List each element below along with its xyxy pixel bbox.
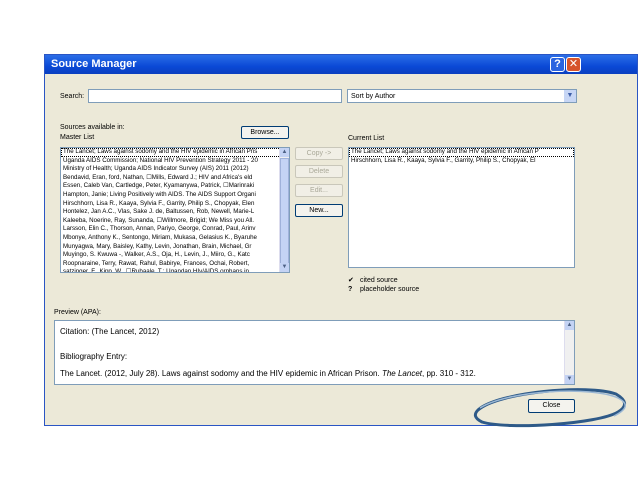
legend-placeholder-label: placeholder source: [359, 286, 420, 293]
master-list-box[interactable]: The Lancet; Laws against sodomy and the …: [60, 147, 290, 273]
chevron-down-icon[interactable]: ▼: [564, 90, 576, 102]
search-input[interactable]: [88, 89, 342, 103]
scroll-up-icon[interactable]: ▲: [565, 321, 574, 330]
current-list-rows: The Lancet; Laws against sodomy and the …: [349, 148, 574, 165]
legend-placeholder: ? placeholder source: [348, 286, 419, 293]
sources-available-label: Sources available in:: [60, 124, 125, 131]
bibliography-text: The Lancet. (2012, July 28). Laws agains…: [60, 369, 380, 378]
browse-button-label: Browse...: [250, 129, 280, 136]
new-button-label: New...: [309, 207, 329, 214]
master-item[interactable]: The Lancet; Laws against sodomy and the …: [61, 148, 289, 157]
legend-cited: ✔ cited source: [348, 276, 398, 284]
sort-select[interactable]: Sort by Author ▼: [347, 89, 577, 103]
master-item[interactable]: Larsson, Elin C., Thorson, Annan, Pariyo…: [61, 225, 289, 234]
current-list-label: Current List: [348, 135, 385, 142]
master-item[interactable]: Ministry of Health; Uganda AIDS Indicato…: [61, 165, 289, 174]
citation-text: Citation: (The Lancet, 2012): [60, 327, 160, 336]
master-list-scrollbar[interactable]: ▲ ▼: [279, 148, 289, 272]
sort-selected-value: Sort by Author: [351, 93, 396, 100]
close-icon[interactable]: ✕: [566, 57, 581, 72]
master-item[interactable]: Mbonye, Anthony K., Sentongo, Miriam, Mu…: [61, 234, 289, 243]
master-item[interactable]: Kaleeba, Noerine, Ray, Sunanda, ☐Willmor…: [61, 217, 289, 226]
scroll-up-icon[interactable]: ▲: [280, 148, 289, 157]
master-list-rows: The Lancet; Laws against sodomy and the …: [61, 148, 289, 272]
window-title: Source Manager: [51, 58, 137, 70]
master-item[interactable]: Essen, Caleb Van, Cartledge, Peter, Kyam…: [61, 182, 289, 191]
highlight-annotation: [473, 388, 626, 428]
bibliography-entry: The Lancet. (2012, July 28). Laws agains…: [60, 369, 476, 378]
current-item[interactable]: Hirschhorn, Lisa R., Kaaya, Sylvia F., G…: [349, 157, 574, 166]
search-label: Search:: [60, 93, 85, 100]
scroll-down-icon[interactable]: ▼: [280, 263, 289, 272]
title-bar: Source Manager ? ✕: [45, 55, 637, 74]
bibliography-journal: The Lancet: [381, 369, 422, 378]
master-item[interactable]: satzinger, F., Kipp, W., ☐Rubaale, T.; U…: [61, 268, 289, 272]
master-list-label: Master List: [60, 134, 95, 141]
help-icon[interactable]: ?: [550, 57, 565, 72]
checkmark-icon: ✔: [348, 277, 354, 284]
source-manager-dialog: Source Manager ? ✕ Search: Sort by Autho…: [44, 54, 638, 426]
question-mark-icon: ?: [348, 286, 353, 293]
delete-button-label: Delete: [308, 168, 330, 175]
current-item[interactable]: The Lancet; Laws against sodomy and the …: [349, 148, 574, 157]
master-item[interactable]: Bendavid, Eran, ford, Nathan, ☐Mills, Ed…: [61, 174, 289, 183]
bibliography-heading: Bibliography Entry:: [60, 352, 128, 361]
delete-button[interactable]: Delete: [295, 165, 343, 178]
legend-cited-label: cited source: [359, 277, 398, 284]
master-item[interactable]: Hontelez, Jan A.C., Vlas, Sake J. de, Ba…: [61, 208, 289, 217]
master-item[interactable]: Munyagwa, Mary, Baisley, Kathy, Levin, J…: [61, 243, 289, 252]
master-item[interactable]: Roopnaraine, Terry, Rawat, Rahul, Babiry…: [61, 260, 289, 269]
copy-button[interactable]: Copy ->: [295, 147, 343, 160]
preview-label: Preview (APA):: [54, 309, 101, 316]
edit-button-label: Edit...: [310, 187, 328, 194]
master-item[interactable]: Hampton, Janie; Living Positively with A…: [61, 191, 289, 200]
copy-button-label: Copy ->: [306, 150, 332, 157]
new-button[interactable]: New...: [295, 204, 343, 217]
edit-button[interactable]: Edit...: [295, 184, 343, 197]
master-item[interactable]: Hirschhorn, Lisa R., Kaaya, Sylvia F., G…: [61, 200, 289, 209]
master-item[interactable]: Uganda AIDS Commission; National HIV Pre…: [61, 157, 289, 166]
current-list-box[interactable]: The Lancet; Laws against sodomy and the …: [348, 147, 575, 268]
browse-button[interactable]: Browse...: [241, 126, 289, 139]
master-item[interactable]: Muyingo, S. Kwuwa -, Walker, A.S., Oja, …: [61, 251, 289, 260]
scrollbar-thumb[interactable]: [280, 158, 289, 264]
